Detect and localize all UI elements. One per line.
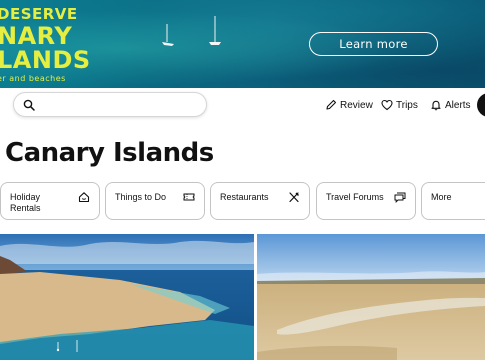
category-things-to-do[interactable]: Things to Do: [105, 182, 205, 220]
category-label: Restaurants: [220, 192, 269, 202]
beach-photo[interactable]: [257, 234, 485, 360]
nav-trips[interactable]: Trips: [381, 97, 418, 113]
banner-line-4: er and beaches: [0, 74, 66, 83]
category-more[interactable]: More: [421, 182, 485, 220]
learn-more-button[interactable]: Learn more: [309, 32, 438, 56]
category-restaurants[interactable]: Restaurants: [210, 182, 310, 220]
category-travel-forums[interactable]: Travel Forums: [316, 182, 416, 220]
chat-icon: [394, 192, 406, 203]
nav-alerts[interactable]: Alerts: [430, 97, 471, 113]
heart-icon: [381, 99, 393, 111]
banner-headline: DESERVE NARY LANDS er and beaches: [0, 6, 91, 85]
sailboat-icon: [162, 24, 174, 46]
category-label: More: [431, 192, 452, 202]
category-holiday-rentals[interactable]: Holiday Rentals: [0, 182, 100, 220]
coastline-photo[interactable]: [0, 234, 254, 360]
sailboat-icon: [209, 16, 221, 45]
house-icon: [78, 192, 90, 203]
nav-review-label: Review: [340, 99, 373, 111]
avatar[interactable]: [477, 93, 485, 117]
nav-alerts-label: Alerts: [445, 99, 471, 111]
category-label: Things to Do: [115, 192, 167, 202]
promo-banner[interactable]: DESERVE NARY LANDS er and beaches Learn …: [0, 0, 485, 88]
fork-knife-icon: [289, 192, 299, 203]
category-label: Travel Forums: [326, 192, 384, 202]
banner-line-3: LANDS: [0, 46, 91, 74]
top-navigation: Review Trips Alerts: [0, 88, 485, 122]
search-box[interactable]: [13, 92, 207, 117]
nav-trips-label: Trips: [396, 99, 418, 111]
pencil-icon: [326, 99, 337, 110]
coastline-image: [0, 234, 254, 360]
beach-image: [257, 234, 485, 360]
nav-review[interactable]: Review: [325, 97, 373, 113]
search-input[interactable]: [42, 96, 202, 114]
category-label: Holiday Rentals: [10, 192, 41, 213]
banner-line-2: NARY: [0, 22, 73, 50]
page-title: Canary Islands: [5, 138, 214, 168]
bell-icon: [431, 100, 441, 111]
banner-line-1: DESERVE: [0, 5, 78, 23]
search-icon: [23, 99, 35, 111]
ticket-icon: [183, 193, 195, 201]
